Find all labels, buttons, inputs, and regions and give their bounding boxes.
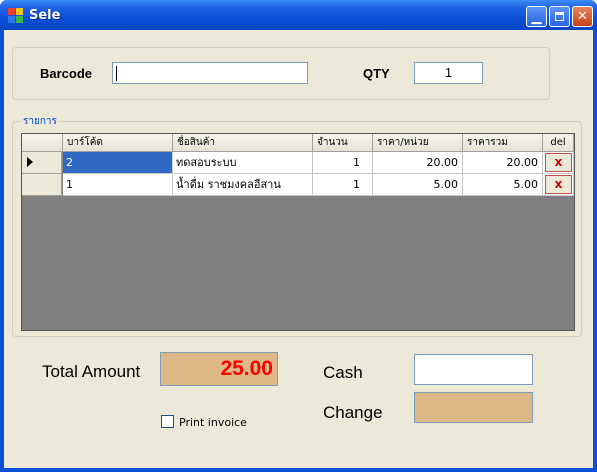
minimize-icon: ▁ xyxy=(531,10,542,25)
qty-input[interactable]: 1 xyxy=(414,62,483,84)
total-amount-label: Total Amount xyxy=(42,362,141,381)
barcode-label: Barcode xyxy=(40,66,93,81)
items-grid[interactable]: บาร์โค้ด ชื่อสินค้า จำนวน ราคา/หน่วย ราค… xyxy=(21,133,575,331)
print-invoice-checkbox[interactable] xyxy=(161,415,174,428)
qty-label: QTY xyxy=(363,66,390,81)
cell-unit-price[interactable]: 20.00 xyxy=(373,152,463,174)
minimize-button[interactable]: ▁ xyxy=(526,6,547,27)
cell-name[interactable]: น้ำดื่ม ราชมงคลอีสาน xyxy=(173,174,313,196)
cell-qty[interactable]: 1 xyxy=(313,152,373,174)
window-title: Sele xyxy=(29,8,61,23)
cell-total[interactable]: 5.00 xyxy=(463,174,543,196)
table-row[interactable]: 2 ทดสอบระบบ 1 20.00 20.00 x xyxy=(22,152,574,174)
maximize-icon xyxy=(550,7,569,26)
text-cursor xyxy=(116,66,117,82)
items-group-title: รายการ xyxy=(21,114,59,129)
cell-name[interactable]: ทดสอบระบบ xyxy=(173,152,313,174)
cell-del: x xyxy=(543,152,574,174)
cell-barcode[interactable]: 1 xyxy=(63,174,173,196)
cell-unit-price[interactable]: 5.00 xyxy=(373,174,463,196)
print-invoice-label[interactable]: Print invoice xyxy=(179,416,247,429)
title-bar[interactable]: Sele ▁ ✕ xyxy=(0,0,597,30)
total-amount-value: 25.00 xyxy=(220,357,273,380)
row-header[interactable] xyxy=(22,152,62,174)
delete-row-button[interactable]: x xyxy=(545,153,572,172)
cell-del: x xyxy=(543,174,574,196)
row-header[interactable] xyxy=(22,174,62,196)
close-icon: ✕ xyxy=(577,9,588,24)
col-header-total[interactable]: ราคารวม xyxy=(463,134,543,152)
cell-barcode[interactable]: 2 xyxy=(63,152,173,174)
col-header-unit-price[interactable]: ราคา/หน่วย xyxy=(373,134,463,152)
change-display xyxy=(414,392,533,423)
table-row[interactable]: 1 น้ำดื่ม ราชมงคลอีสาน 1 5.00 5.00 x xyxy=(22,174,574,196)
cash-label: Cash xyxy=(323,363,363,382)
col-header-name[interactable]: ชื่อสินค้า xyxy=(173,134,313,152)
col-header-barcode[interactable]: บาร์โค้ด xyxy=(63,134,173,152)
delete-row-button[interactable]: x xyxy=(545,175,572,194)
barcode-input[interactable] xyxy=(112,62,308,84)
app-window: Sele ▁ ✕ Barcode QTY 1 รายการ บาร์โค้ด ช… xyxy=(0,0,597,472)
grid-corner-header xyxy=(22,134,63,152)
maximize-button[interactable] xyxy=(549,6,570,27)
col-header-del[interactable]: del xyxy=(543,134,574,152)
total-amount-display: 25.00 xyxy=(160,352,278,386)
change-label: Change xyxy=(323,403,383,422)
close-button[interactable]: ✕ xyxy=(572,6,593,27)
current-row-icon xyxy=(27,157,33,167)
grid-header: บาร์โค้ด ชื่อสินค้า จำนวน ราคา/หน่วย ราค… xyxy=(22,134,574,152)
cell-qty[interactable]: 1 xyxy=(313,174,373,196)
cash-input[interactable] xyxy=(414,354,533,385)
cell-total[interactable]: 20.00 xyxy=(463,152,543,174)
client-area: Barcode QTY 1 รายการ บาร์โค้ด ชื่อสินค้า… xyxy=(4,30,593,468)
app-icon xyxy=(8,8,23,23)
qty-value: 1 xyxy=(444,65,453,80)
col-header-qty[interactable]: จำนวน xyxy=(313,134,373,152)
